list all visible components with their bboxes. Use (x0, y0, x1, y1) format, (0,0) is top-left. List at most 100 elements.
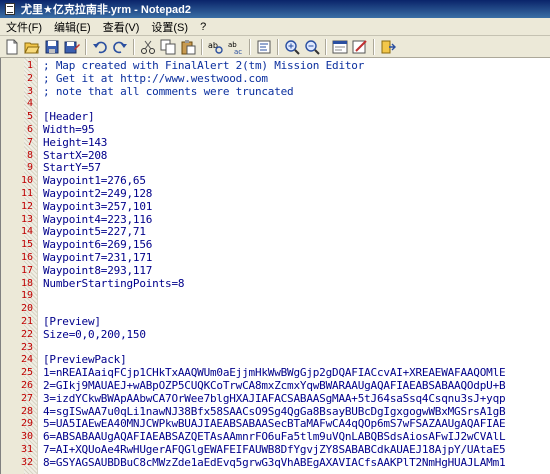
menu-view[interactable]: 查看(V) (97, 19, 146, 35)
editor-line[interactable]: 7 Height=143 (1, 135, 550, 150)
zoom-out-icon (305, 39, 320, 55)
line-number: 23 (20, 341, 33, 353)
editor-line[interactable]: 12 Waypoint3=257,101 (1, 200, 550, 214)
menu-edit[interactable]: 编辑(E) (48, 19, 97, 35)
line-number: 15 (20, 239, 33, 251)
redo-button[interactable] (110, 37, 130, 57)
line-text: 8=GSYAGSAUBDBuC8cMWzZde1aEdEvq5grwG3qVhA… (43, 455, 506, 469)
line-number: 14 (20, 226, 33, 238)
toolbar-separator (201, 38, 203, 55)
line-text: Height=143 (43, 135, 108, 149)
editor-line[interactable]: 22 Size=0,0,200,150 (1, 327, 550, 342)
zoom-in-button[interactable] (282, 37, 302, 57)
editor-line[interactable]: 2 ; Get it at http://www.westwood.com (1, 71, 550, 86)
line-number: 7 (26, 136, 33, 148)
line-number: 28 (20, 405, 33, 417)
paste-button[interactable] (178, 37, 198, 57)
toolbar: ab ab ac (0, 36, 550, 58)
toolbar-separator (277, 38, 279, 55)
line-text: Waypoint7=231,171 (43, 250, 153, 264)
line-number: 27 (20, 392, 33, 404)
line-number: 13 (20, 213, 33, 225)
undo-button[interactable] (90, 37, 110, 57)
editor-line[interactable]: 11 Waypoint2=249,128 (1, 186, 550, 201)
save-button[interactable] (42, 37, 62, 57)
exit-icon (381, 40, 396, 53)
line-number: 30 (20, 431, 33, 443)
line-text: [Preview] (43, 314, 101, 328)
undo-icon (93, 41, 107, 53)
line-number: 2 (26, 72, 33, 84)
editor-line[interactable]: 27 3=izdYCkwBWApAAbwCA7OrWee7blgHXAJIAFAC… (1, 391, 550, 406)
line-text: Waypoint2=249,128 (43, 186, 153, 200)
zoom-out-button[interactable] (302, 37, 322, 57)
editor-line[interactable]: 16 Waypoint7=231,171 (1, 250, 550, 265)
line-number: 3 (26, 85, 33, 97)
line-text: Width=95 (43, 122, 95, 136)
cut-button[interactable] (138, 37, 158, 57)
title-bar[interactable]: 尤里★亿克拉南非.yrm - Notepad2 (0, 0, 550, 18)
new-button[interactable] (2, 37, 22, 57)
copy-button[interactable] (158, 37, 178, 57)
wordwrap-button[interactable] (254, 37, 274, 57)
line-number: 10 (20, 175, 33, 187)
new-icon (6, 39, 18, 54)
scheme-button[interactable] (330, 37, 350, 57)
open-icon (24, 42, 40, 53)
redo-icon (113, 41, 127, 53)
line-number: 17 (20, 264, 33, 276)
menu-help[interactable]: ? (194, 21, 212, 33)
editor-line[interactable]: 3 ; note that all comments were truncated (1, 84, 550, 99)
line-text: 7=AI+XQUoAe4RwHUgerAFQGlgEWAFEIFAUWB8DfY… (43, 442, 506, 456)
find-button[interactable]: ab (206, 37, 226, 57)
line-text: ; Map created with FinalAlert 2(tm) Miss… (43, 59, 365, 72)
editor-line[interactable]: 25 1=nREAIAaiqFCjp1CHkTxAAQWUm0aEjjmHkWwB… (1, 366, 550, 380)
editor-line[interactable]: 1 ; Map created with FinalAlert 2(tm) Mis… (1, 59, 550, 73)
line-text: ; note that all comments were truncated (43, 84, 294, 98)
zoom-in-icon (285, 39, 300, 55)
line-number: 1 (26, 60, 33, 71)
menu-settings[interactable]: 设置(S) (145, 19, 194, 35)
line-text: 6=ABSABAAUgAQAFIAEABSAZQETAsAAmnrFO6uFa5… (43, 430, 506, 444)
text-editor[interactable]: 1 ; Map created with FinalAlert 2(tm) Mis… (0, 58, 550, 474)
svg-text:ac: ac (234, 48, 242, 55)
editor-line[interactable]: 21 [Preview] (1, 314, 550, 329)
line-number: 19 (20, 290, 33, 302)
line-number: 4 (26, 98, 33, 110)
line-number: 26 (20, 379, 33, 391)
line-number: 25 (20, 367, 33, 379)
line-number: 32 (20, 456, 33, 468)
toolbar-separator (325, 38, 327, 55)
line-number: 9 (26, 162, 33, 174)
editor-line[interactable]: 19 (1, 290, 550, 303)
copy-icon (160, 39, 176, 54)
line-text: Size=0,0,200,150 (43, 327, 146, 341)
exit-button[interactable] (378, 37, 398, 57)
line-text: ; Get it at http://www.westwood.com (43, 71, 268, 85)
save-icon (45, 40, 59, 53)
line-number: 31 (20, 443, 33, 455)
line-number: 8 (26, 149, 33, 161)
editor-line[interactable]: 18 NumberStartingPoints=8 (1, 277, 550, 291)
editor-line[interactable]: 31 7=AI+XQUoAe4RwHUgerAFQGlgEWAFEIFAUWB8D… (1, 442, 550, 457)
editor-line[interactable]: 32 8=GSYAGSAUBDBuC8cMWzZde1aEdEvq5grwG3qV… (1, 455, 550, 470)
line-number: 5 (26, 111, 33, 123)
editor-lines: 1 ; Map created with FinalAlert 2(tm) Mis… (1, 59, 550, 470)
line-number: 24 (20, 354, 33, 366)
line-number: 18 (20, 277, 33, 289)
editor-line[interactable]: 17 Waypoint8=293,117 (1, 264, 550, 278)
notepad-app-icon[interactable] (3, 2, 17, 16)
toolbar-separator (373, 38, 375, 55)
editor-line[interactable]: 26 2=GIkj9MAUAEJ+wABpOZP5CUQKCoTrwCA8mxZc… (1, 379, 550, 393)
replace-icon: abac (228, 41, 242, 55)
line-number: 6 (26, 123, 33, 135)
line-number: 12 (20, 200, 33, 212)
customize-button[interactable] (350, 37, 370, 57)
menu-file[interactable]: 文件(F) (0, 19, 48, 35)
replace-button[interactable]: ab ac (226, 37, 246, 57)
open-button[interactable] (22, 37, 42, 57)
editor-line[interactable]: 6 Width=95 (1, 122, 550, 137)
editor-line[interactable]: 30 6=ABSABAAUgAQAFIAEABSAZQETAsAAmnrFO6uF… (1, 430, 550, 444)
line-text: 3=izdYCkwBWApAAbwCA7OrWee7blgHXAJIAFACSA… (43, 391, 506, 405)
save-as-button[interactable] (62, 37, 82, 57)
